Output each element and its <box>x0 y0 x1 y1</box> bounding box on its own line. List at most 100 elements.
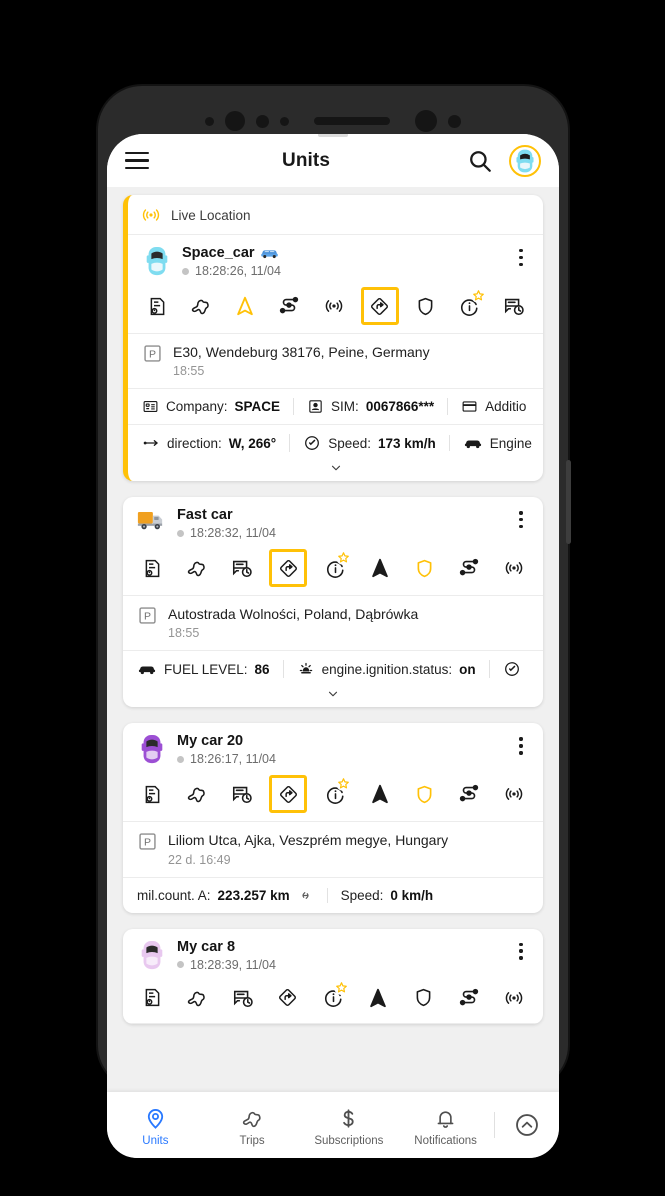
shield-icon[interactable] <box>407 981 441 1015</box>
track-route-icon[interactable] <box>180 981 214 1015</box>
stat-additional-label: Additio <box>485 399 527 415</box>
unit-address-row: P Autostrada Wolności, Poland, Dąbrówka … <box>123 596 543 652</box>
unit-card[interactable]: Live Location Space_car 18:28:26, 11/04 … <box>123 195 543 482</box>
chevron-up-circle-icon[interactable] <box>495 1112 559 1138</box>
power-button[interactable] <box>566 460 571 544</box>
shield-icon[interactable] <box>409 289 443 323</box>
nav-item-subscriptions[interactable]: Subscriptions <box>301 1103 398 1147</box>
unit-overflow-menu-icon[interactable] <box>511 733 531 755</box>
stat-speed-value: 0 km/h <box>390 887 434 903</box>
live-broadcast-icon[interactable] <box>497 551 531 585</box>
track-route-icon[interactable] <box>180 777 214 811</box>
info-icon[interactable] <box>318 550 352 585</box>
unit-address-row: P Liliom Utca, Ajka, Veszprém megye, Hun… <box>123 822 543 878</box>
unit-action-icons <box>123 976 543 1024</box>
unit-address-time: 18:55 <box>173 364 205 379</box>
cyan-car-emoji <box>142 246 172 276</box>
track-route-icon[interactable] <box>180 551 214 585</box>
expand-chevron-icon[interactable] <box>128 461 543 481</box>
live-broadcast-icon[interactable] <box>317 289 351 323</box>
stat-direction-value: W, 266° <box>228 435 277 451</box>
report-icon[interactable] <box>140 289 174 323</box>
unit-header: My car 8 18:28:39, 11/04 <box>123 929 543 976</box>
avatar[interactable] <box>509 144 541 177</box>
unit-header: My car 20 18:26:17, 11/04 <box>123 723 543 770</box>
report-icon[interactable] <box>135 777 169 811</box>
earpiece-speaker <box>314 117 390 125</box>
navigation-arrow-icon[interactable] <box>228 289 262 323</box>
nav-label-trips: Trips <box>239 1135 265 1147</box>
unit-overflow-menu-icon[interactable] <box>511 507 531 529</box>
nav-label-subscriptions: Subscriptions <box>314 1135 384 1147</box>
directions-sign-icon[interactable] <box>269 775 308 814</box>
front-camera <box>415 110 437 132</box>
unit-list[interactable]: Live Location Space_car 18:28:26, 11/04 … <box>107 187 559 1158</box>
expand-chevron-icon[interactable] <box>123 687 543 707</box>
unit-action-icons <box>123 770 543 823</box>
directions-sign-icon[interactable] <box>269 549 308 588</box>
stat-sim-label: SIM: <box>331 399 359 415</box>
nav-item-notifications[interactable]: Notifications <box>397 1103 494 1147</box>
unit-overflow-menu-icon[interactable] <box>511 245 531 267</box>
unit-overflow-menu-icon[interactable] <box>511 939 531 960</box>
navigation-arrow-icon[interactable] <box>363 777 397 811</box>
navigation-arrow-icon[interactable] <box>363 551 397 585</box>
unit-card[interactable]: Fast car 18:28:32, 11/04 P Autostrada Wo… <box>123 497 543 708</box>
front-camera <box>225 111 245 131</box>
report-icon[interactable] <box>135 551 169 585</box>
track-route-icon[interactable] <box>184 289 218 323</box>
status-dot <box>177 529 184 537</box>
live-broadcast-icon[interactable] <box>497 981 531 1015</box>
unit-time-text: 18:28:32, 11/04 <box>190 526 276 541</box>
shield-icon[interactable] <box>408 777 442 811</box>
navigation-arrow-icon[interactable] <box>361 981 395 1015</box>
unit-card[interactable]: My car 20 18:26:17, 11/04 P Liliom Utca,… <box>123 723 543 913</box>
directions-sign-icon[interactable] <box>360 287 399 325</box>
live-broadcast-icon[interactable] <box>497 777 531 811</box>
stat-speed: Speed: 173 km/h <box>289 434 449 453</box>
unit-header: Space_car 18:28:26, 11/04 <box>128 235 543 282</box>
nav-item-units[interactable]: Units <box>107 1103 204 1147</box>
search-icon[interactable] <box>467 148 493 174</box>
stat-ignition: engine.ignition.status: on <box>282 660 489 679</box>
unit-timestamp: 18:28:26, 11/04 <box>182 264 511 278</box>
unit-address: Liliom Utca, Ajka, Veszprém megye, Hunga… <box>168 832 449 849</box>
orange-truck-emoji <box>137 508 167 538</box>
waypoints-icon[interactable] <box>272 289 306 323</box>
stat-company: Company: SPACE <box>142 398 293 415</box>
history-card-icon[interactable] <box>225 551 259 585</box>
history-card-icon[interactable] <box>225 777 259 811</box>
history-card-icon[interactable] <box>226 981 260 1015</box>
nav-item-trips[interactable]: Trips <box>204 1103 301 1147</box>
svg-text:P: P <box>149 349 156 361</box>
stat-fuel-value: 86 <box>254 661 270 677</box>
stat-direction: direction: W, 266° <box>142 434 289 452</box>
directions-sign-icon[interactable] <box>271 981 305 1015</box>
phone-frame: Units Live Location Space_car 18:28:26, … <box>98 86 571 1158</box>
shield-icon[interactable] <box>408 551 442 585</box>
unit-name-text: My car 20 <box>177 733 244 750</box>
stat-speed-label: Speed: <box>340 887 384 903</box>
unit-card[interactable]: My car 8 18:28:39, 11/04 <box>123 928 543 1024</box>
waypoints-icon[interactable] <box>452 551 486 585</box>
info-icon[interactable] <box>318 776 352 811</box>
star-badge-icon <box>336 550 351 566</box>
unit-address-row: P E30, Wendeburg 38176, Peine, Germany 1… <box>128 334 543 390</box>
history-card-icon[interactable] <box>497 289 531 323</box>
waypoints-icon[interactable] <box>452 981 486 1015</box>
unit-timestamp: 18:26:17, 11/04 <box>177 752 511 766</box>
nav-label-units: Units <box>142 1135 169 1147</box>
unit-name: My car 8 <box>177 939 511 955</box>
info-icon[interactable] <box>453 288 487 323</box>
pink-car-emoji <box>137 940 167 970</box>
unit-address-time: 18:55 <box>168 626 200 641</box>
star-badge-icon <box>470 288 486 303</box>
stat-additional: Additio <box>447 398 539 416</box>
report-icon[interactable] <box>135 981 169 1015</box>
phone-screen: Units Live Location Space_car 18:28:26, … <box>107 134 559 1158</box>
info-icon[interactable] <box>316 979 350 1015</box>
status-dot <box>182 267 189 275</box>
purple-car-emoji <box>137 734 167 764</box>
unit-stat-row: mil.count. A: 223.257 km Speed: 0 km/h <box>123 878 543 913</box>
waypoints-icon[interactable] <box>452 777 486 811</box>
